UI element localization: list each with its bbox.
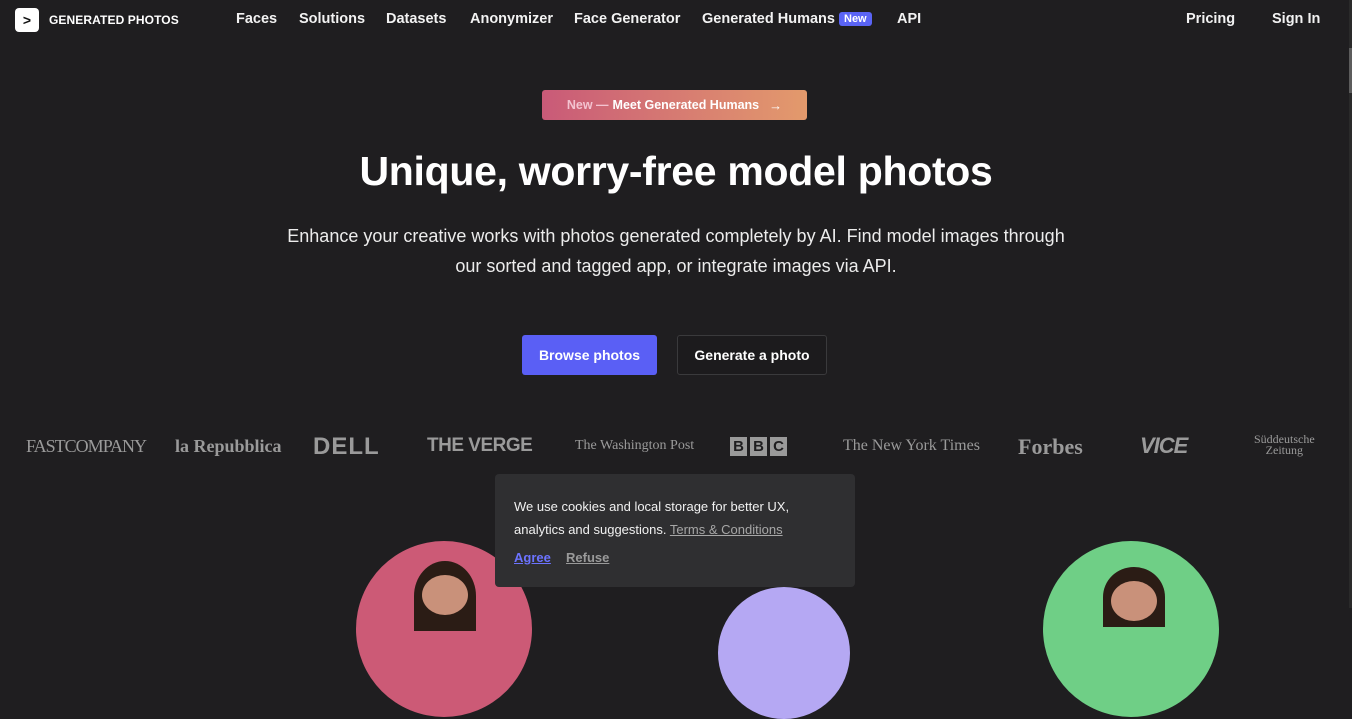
nav-generated-humans[interactable]: Generated Humans xyxy=(702,11,835,27)
brand-name: GENERATED PHOTOS xyxy=(49,13,179,27)
terms-link[interactable]: Terms & Conditions xyxy=(670,522,783,537)
hero-title: Unique, worry-free model photos xyxy=(359,148,993,194)
brand-logo[interactable]: > GENERATED PHOTOS xyxy=(15,8,179,32)
agree-button[interactable]: Agree xyxy=(514,550,551,565)
model-face xyxy=(422,575,468,615)
cookie-message: We use cookies and local storage for bet… xyxy=(514,495,834,541)
browse-photos-button[interactable]: Browse photos xyxy=(522,335,657,375)
bbc-letter: C xyxy=(770,437,787,456)
nav-api[interactable]: API xyxy=(897,11,921,27)
hero-subtitle: Enhance your creative works with photos … xyxy=(287,226,1065,276)
model-photo-circle xyxy=(1043,541,1219,717)
cookie-banner: We use cookies and local storage for bet… xyxy=(495,474,855,587)
dell-logo: DELL xyxy=(313,433,380,460)
nav-solutions[interactable]: Solutions xyxy=(299,11,365,27)
forbes-logo: Forbes xyxy=(1018,434,1083,459)
washington-post-logo: The Washington Post xyxy=(575,438,695,453)
nav-faces[interactable]: Faces xyxy=(236,11,277,27)
new-badge: New xyxy=(839,12,872,26)
refuse-button[interactable]: Refuse xyxy=(566,550,609,565)
nav-face-generator[interactable]: Face Generator xyxy=(574,11,680,27)
nav-pricing[interactable]: Pricing xyxy=(1186,11,1235,27)
arrow-right-icon: → xyxy=(769,97,783,113)
verge-logo: THE VERGE xyxy=(427,435,533,456)
sign-in-link[interactable]: Sign In xyxy=(1272,11,1320,27)
logo-chevron-icon: > xyxy=(15,8,39,32)
nav-datasets[interactable]: Datasets xyxy=(386,11,446,27)
fastcompany-logo: FASTCOMPANY xyxy=(26,436,147,456)
vice-logo: VICE xyxy=(1140,433,1188,458)
nyt-logo: The New York Times xyxy=(843,437,980,454)
sueddeutsche-logo: Süddeutsche Zeitung xyxy=(1254,433,1315,457)
repubblica-logo: la Repubblica xyxy=(175,436,282,456)
pill-new-label: New — xyxy=(566,98,609,112)
top-navigation: > GENERATED PHOTOS Faces Solutions Datas… xyxy=(0,0,1352,40)
bbc-logo: B B C xyxy=(730,437,787,456)
sz-line-2: Zeitung xyxy=(1265,443,1303,457)
model-photo-circle xyxy=(718,587,850,719)
nav-anonymizer[interactable]: Anonymizer xyxy=(470,11,553,27)
model-face xyxy=(1111,581,1157,621)
bbc-letter: B xyxy=(750,437,767,456)
bbc-letter: B xyxy=(730,437,747,456)
pill-text: Meet Generated Humans xyxy=(612,98,760,112)
generate-photo-button[interactable]: Generate a photo xyxy=(677,335,827,375)
announcement-pill[interactable]: New — Meet Generated Humans → xyxy=(542,90,807,120)
